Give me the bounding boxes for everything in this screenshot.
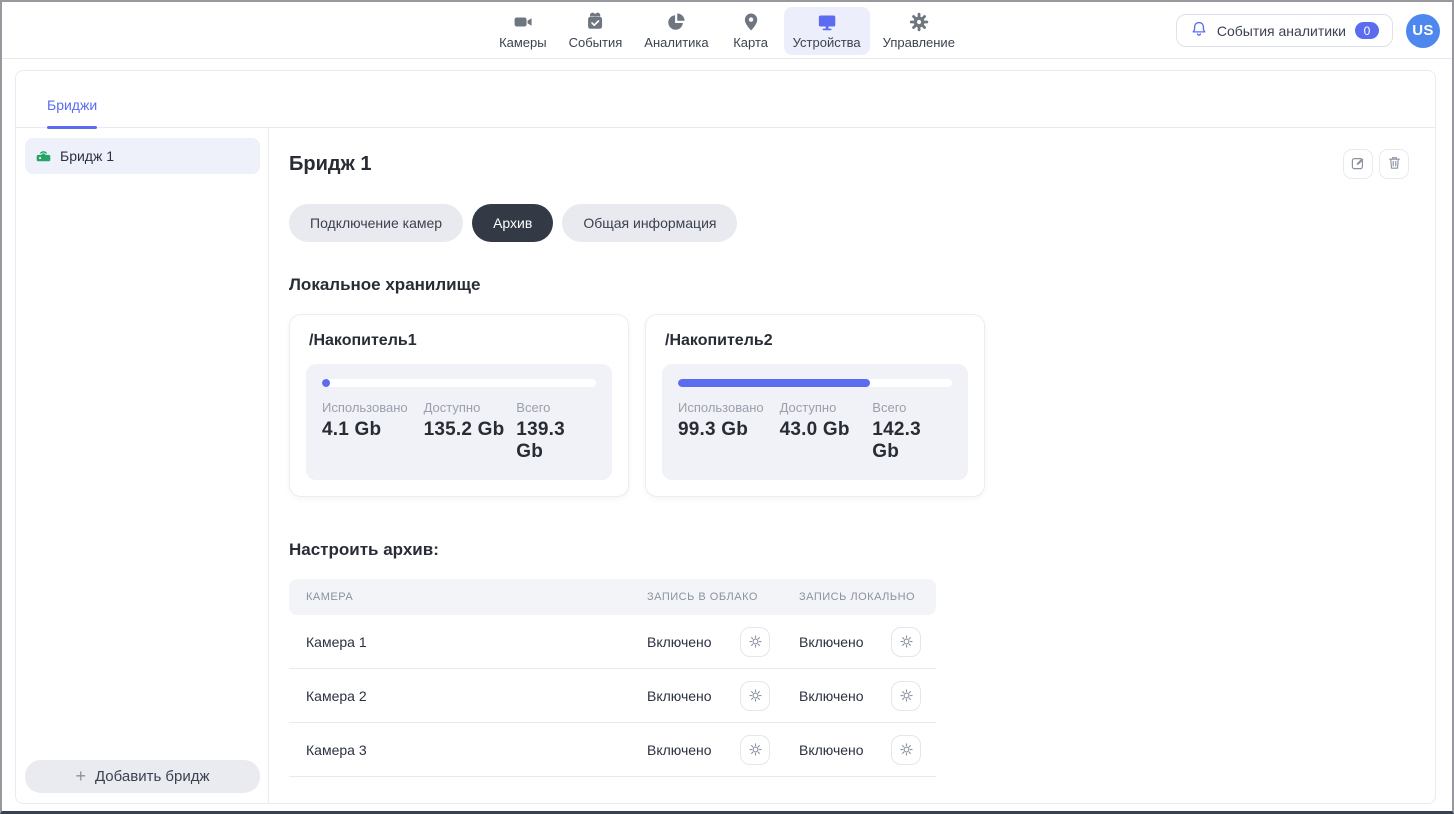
- delete-bridge-button[interactable]: [1379, 149, 1409, 179]
- table-header-row: КАМЕРА ЗАПИСЬ В ОБЛАКО ЗАПИСЬ ЛОКАЛЬНО: [289, 579, 936, 615]
- nav-label: Устройства: [793, 35, 861, 50]
- used-value: 4.1 Gb: [322, 419, 424, 441]
- nav-item-cameras[interactable]: Камеры: [490, 7, 556, 55]
- analytics-events-button[interactable]: События аналитики 0: [1176, 14, 1393, 47]
- bridge-icon: [35, 146, 52, 166]
- gear-icon: [909, 12, 929, 32]
- top-bar: Камеры События Аналитика Карта Устройств: [2, 2, 1452, 59]
- bell-icon: [1190, 20, 1208, 41]
- column-header-local: ЗАПИСЬ ЛОКАЛЬНО: [799, 591, 921, 603]
- local-record-status: Включено: [799, 742, 864, 758]
- storage-name: /Накопитель1: [309, 332, 612, 350]
- edit-bridge-button[interactable]: [1343, 149, 1373, 179]
- edit-icon: [1350, 155, 1366, 174]
- archive-table: КАМЕРА ЗАПИСЬ В ОБЛАКО ЗАПИСЬ ЛОКАЛЬНО К…: [289, 579, 936, 777]
- local-record-settings-button[interactable]: [891, 735, 921, 765]
- camera-name: Камера 2: [306, 688, 647, 704]
- events-icon: [585, 12, 605, 32]
- local-record-settings-button[interactable]: [891, 681, 921, 711]
- map-pin-icon: [741, 12, 761, 32]
- nav-item-map[interactable]: Карта: [722, 7, 780, 55]
- nav-item-events[interactable]: События: [560, 7, 632, 55]
- storage-card-1: /Накопитель1 Использовано 4.1 Gb Доступн…: [289, 314, 629, 497]
- available-label: Доступно: [780, 400, 873, 415]
- total-value: 139.3 Gb: [516, 419, 596, 463]
- camera-icon: [513, 12, 533, 32]
- bridges-sidebar: Бридж 1 + Добавить бридж: [16, 128, 269, 803]
- column-header-camera: КАМЕРА: [306, 591, 647, 603]
- tab-bridges-label: Бриджи: [47, 97, 97, 113]
- monitor-icon: [817, 12, 837, 32]
- analytics-icon: [666, 12, 686, 32]
- storage-progress-bar: [678, 379, 952, 387]
- sidebar-item-bridge-1[interactable]: Бридж 1: [25, 138, 260, 174]
- nav-label: Камеры: [499, 35, 547, 50]
- storage-cards: /Накопитель1 Использовано 4.1 Gb Доступн…: [289, 314, 1409, 497]
- configure-archive-heading: Настроить архив:: [289, 540, 1409, 560]
- column-header-cloud: ЗАПИСЬ В ОБЛАКО: [647, 591, 770, 603]
- devices-panel: Бриджи Бридж 1 + Добавить бридж Бридж 1: [15, 70, 1436, 804]
- total-label: Всего: [872, 400, 952, 415]
- camera-name: Камера 1: [306, 634, 647, 650]
- table-row-camera-1: Камера 1 Включено Включено: [289, 615, 936, 669]
- storage-card-2: /Накопитель2 Использовано 99.3 Gb Доступ…: [645, 314, 985, 497]
- table-row-camera-2: Камера 2 Включено Включено: [289, 669, 936, 723]
- user-avatar[interactable]: US: [1406, 14, 1440, 48]
- bridge-tabs: Подключение камер Архив Общая информация: [289, 204, 1409, 242]
- cloud-record-settings-button[interactable]: [740, 627, 770, 657]
- events-count-badge: 0: [1355, 22, 1379, 39]
- nav-label: События: [569, 35, 623, 50]
- plus-icon: +: [75, 767, 86, 785]
- used-value: 99.3 Gb: [678, 419, 780, 441]
- camera-name: Камера 3: [306, 742, 647, 758]
- active-tab-underline: [47, 126, 97, 129]
- available-value: 43.0 Gb: [780, 419, 873, 441]
- nav-item-management[interactable]: Управление: [874, 7, 964, 55]
- storage-name: /Накопитель2: [665, 332, 968, 350]
- cloud-record-settings-button[interactable]: [740, 681, 770, 711]
- nav-label: Карта: [733, 35, 768, 50]
- cloud-record-status: Включено: [647, 688, 712, 704]
- used-label: Использовано: [678, 400, 780, 415]
- local-storage-heading: Локальное хранилище: [289, 275, 1409, 295]
- page-title: Бридж 1: [289, 149, 371, 176]
- add-bridge-label: Добавить бридж: [95, 768, 210, 785]
- used-label: Использовано: [322, 400, 424, 415]
- bridge-item-label: Бридж 1: [60, 148, 114, 164]
- total-value: 142.3 Gb: [872, 419, 952, 463]
- table-row-camera-3: Камера 3 Включено Включено: [289, 723, 936, 777]
- nav-item-devices[interactable]: Устройства: [784, 7, 870, 55]
- cloud-record-status: Включено: [647, 634, 712, 650]
- tab-general-info[interactable]: Общая информация: [562, 204, 737, 242]
- nav-label: Аналитика: [644, 35, 708, 50]
- local-record-status: Включено: [799, 688, 864, 704]
- add-bridge-button[interactable]: + Добавить бридж: [25, 760, 260, 793]
- panel-tab-bar: Бриджи: [16, 71, 1435, 128]
- tab-bridges[interactable]: Бриджи: [47, 97, 97, 127]
- local-record-settings-button[interactable]: [891, 627, 921, 657]
- analytics-events-label: События аналитики: [1217, 23, 1346, 39]
- cloud-record-status: Включено: [647, 742, 712, 758]
- tab-archive[interactable]: Архив: [472, 204, 553, 242]
- local-record-status: Включено: [799, 634, 864, 650]
- storage-progress-bar: [322, 379, 596, 387]
- available-value: 135.2 Gb: [424, 419, 517, 441]
- cloud-record-settings-button[interactable]: [740, 735, 770, 765]
- nav-item-analytics[interactable]: Аналитика: [635, 7, 717, 55]
- available-label: Доступно: [424, 400, 517, 415]
- tab-camera-connection[interactable]: Подключение камер: [289, 204, 463, 242]
- nav-label: Управление: [883, 35, 955, 50]
- total-label: Всего: [516, 400, 596, 415]
- bridge-detail-content: Бридж 1 Подключение камер: [269, 128, 1435, 803]
- main-nav: Камеры События Аналитика Карта Устройств: [490, 2, 964, 59]
- trash-icon: [1387, 155, 1402, 173]
